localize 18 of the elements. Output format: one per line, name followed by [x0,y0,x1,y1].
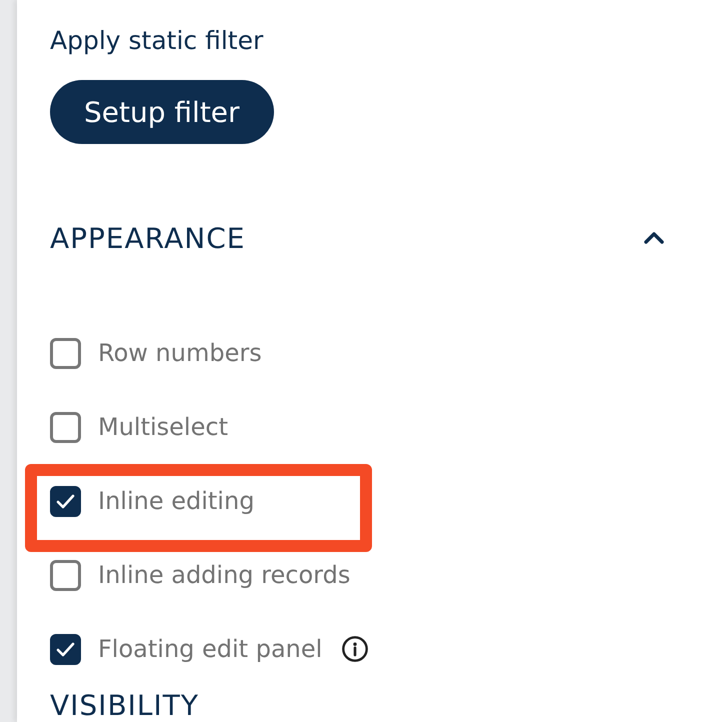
section-title: APPEARANCE [50,222,246,254]
info-icon[interactable] [342,636,368,662]
checkbox-label[interactable]: Inline adding records [98,561,350,589]
checkbox[interactable] [50,560,81,590]
checkbox-label[interactable]: Inline editing [98,487,254,515]
checkbox[interactable] [50,338,81,368]
checkbox-label[interactable]: Floating edit panel [98,635,322,663]
section-title: VISIBILITY [50,688,199,722]
checkbox[interactable] [50,634,81,664]
chevron-icon[interactable] [644,232,664,244]
setup-filter-button[interactable]: Setup filter [50,80,274,144]
checkmark-icon [56,494,75,508]
checkbox[interactable] [50,486,81,516]
checkbox-label[interactable]: Row numbers [98,339,262,367]
checkbox[interactable] [50,412,81,442]
filter-label: Apply static filter [50,26,264,56]
checkbox-label[interactable]: Multiselect [98,413,228,441]
checkmark-icon [56,642,75,656]
